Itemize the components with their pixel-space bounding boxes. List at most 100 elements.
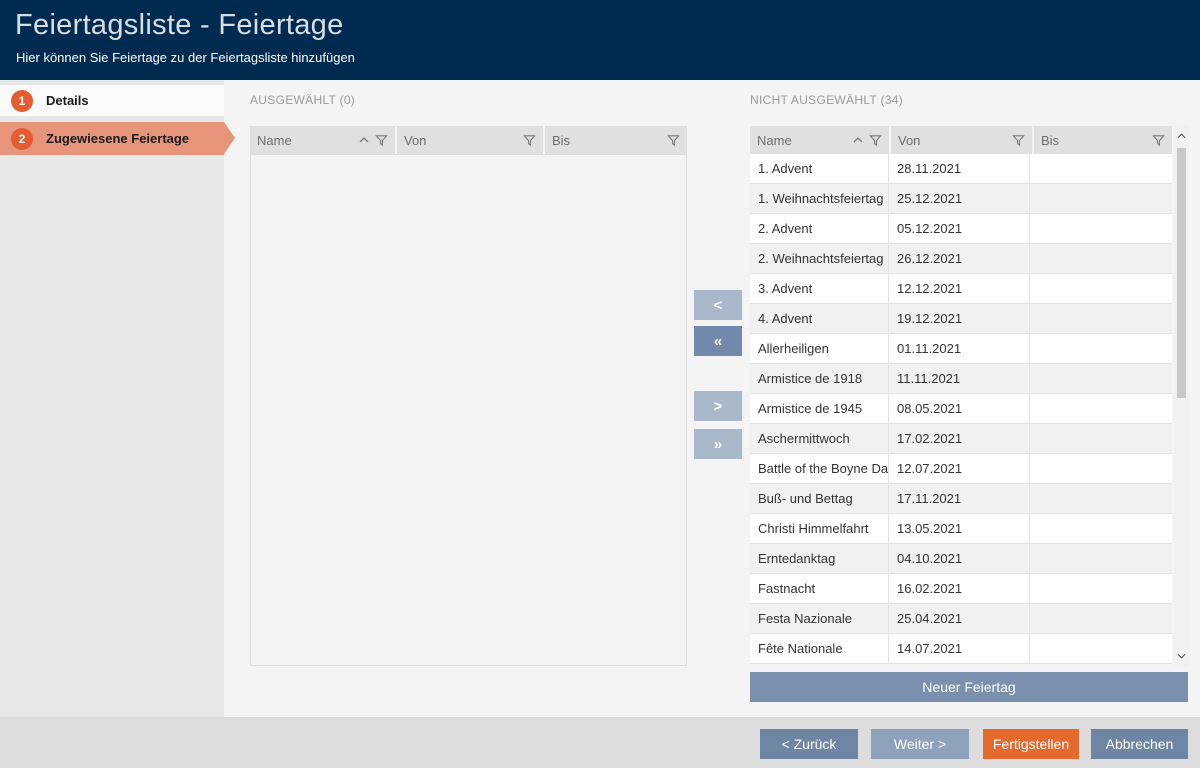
table-row[interactable]: 1. Weihnachtsfeiertag25.12.2021: [750, 184, 1172, 214]
table-row[interactable]: 3. Advent12.12.2021: [750, 274, 1172, 304]
selected-table-header: Name Von Bis: [250, 126, 687, 154]
cell-name: 2. Weihnachtsfeiertag: [750, 244, 889, 273]
active-step-arrow: [224, 122, 235, 154]
table-row[interactable]: 2. Advent05.12.2021: [750, 214, 1172, 244]
move-selected-left-button[interactable]: <: [694, 290, 742, 320]
table-row[interactable]: Festa Nazionale25.04.2021: [750, 604, 1172, 634]
column-header-label: Von: [898, 133, 920, 148]
cell-von: 16.02.2021: [889, 574, 1030, 603]
column-header-label: Name: [757, 133, 792, 148]
cell-von: 12.07.2021: [889, 454, 1030, 483]
move-all-right-button[interactable]: »: [694, 429, 742, 459]
cell-name: Fête Nationale: [750, 634, 889, 663]
column-header-name[interactable]: Name: [750, 126, 889, 154]
scroll-down-icon[interactable]: [1174, 648, 1189, 664]
cell-name: Fastnacht: [750, 574, 889, 603]
cell-name: Armistice de 1918: [750, 364, 889, 393]
cell-von: 13.05.2021: [889, 514, 1030, 543]
table-row[interactable]: 4. Advent19.12.2021: [750, 304, 1172, 334]
scroll-up-icon[interactable]: [1174, 128, 1189, 144]
column-header-label: Bis: [1041, 133, 1059, 148]
wizard-dialog: Feiertagsliste - Feiertage Hier können S…: [0, 0, 1200, 768]
cell-bis: [1030, 184, 1172, 213]
step-number-badge: 1: [11, 90, 33, 112]
selected-table-body[interactable]: [250, 154, 687, 666]
back-button[interactable]: < Zurück: [760, 729, 858, 759]
filter-icon[interactable]: [1012, 134, 1025, 147]
filter-icon[interactable]: [523, 134, 536, 147]
filter-icon[interactable]: [1152, 134, 1165, 147]
table-row[interactable]: Fastnacht16.02.2021: [750, 574, 1172, 604]
cell-bis: [1030, 484, 1172, 513]
cell-von: 25.12.2021: [889, 184, 1030, 213]
unselected-table-rows: 1. Advent28.11.20211. Weihnachtsfeiertag…: [750, 154, 1172, 664]
table-row[interactable]: Allerheiligen01.11.2021: [750, 334, 1172, 364]
table-row[interactable]: Erntedanktag04.10.2021: [750, 544, 1172, 574]
table-row[interactable]: Armistice de 191811.11.2021: [750, 364, 1172, 394]
table-row[interactable]: Battle of the Boyne Da12.07.2021: [750, 454, 1172, 484]
cell-name: Allerheiligen: [750, 334, 889, 363]
cell-bis: [1030, 154, 1172, 183]
move-all-left-button[interactable]: «: [694, 326, 742, 356]
cell-bis: [1030, 604, 1172, 633]
cell-name: Battle of the Boyne Da: [750, 454, 889, 483]
column-header-name[interactable]: Name: [250, 126, 395, 154]
filter-icon[interactable]: [667, 134, 680, 147]
unselected-panel-title: NICHT AUSGEWÄHLT (34): [750, 93, 903, 107]
sort-ascending-icon: [359, 137, 369, 143]
filter-icon[interactable]: [869, 134, 882, 147]
cell-von: 01.11.2021: [889, 334, 1030, 363]
wizard-step-zugewiesene-feiertage[interactable]: 2 Zugewiesene Feiertage: [0, 122, 224, 155]
cell-von: 04.10.2021: [889, 544, 1030, 573]
filter-icon[interactable]: [375, 134, 388, 147]
vertical-scrollbar[interactable]: [1174, 126, 1189, 666]
sort-ascending-icon: [853, 137, 863, 143]
cell-name: 4. Advent: [750, 304, 889, 333]
next-button[interactable]: Weiter >: [871, 729, 969, 759]
column-header-von[interactable]: Von: [397, 126, 543, 154]
finish-button[interactable]: Fertigstellen: [983, 729, 1079, 759]
table-row[interactable]: 2. Weihnachtsfeiertag26.12.2021: [750, 244, 1172, 274]
cell-name: 3. Advent: [750, 274, 889, 303]
table-row[interactable]: Armistice de 194508.05.2021: [750, 394, 1172, 424]
scrollbar-thumb[interactable]: [1177, 148, 1186, 398]
cell-bis: [1030, 214, 1172, 243]
table-row[interactable]: Buß- und Bettag17.11.2021: [750, 484, 1172, 514]
cell-name: Erntedanktag: [750, 544, 889, 573]
page-title: Feiertagsliste - Feiertage: [15, 9, 344, 42]
wizard-step-details[interactable]: 1 Details: [0, 85, 224, 116]
cell-von: 08.05.2021: [889, 394, 1030, 423]
cell-bis: [1030, 274, 1172, 303]
cell-name: Aschermittwoch: [750, 424, 889, 453]
page-subtitle: Hier können Sie Feiertage zu der Feierta…: [16, 50, 355, 65]
cell-bis: [1030, 394, 1172, 423]
cell-bis: [1030, 244, 1172, 273]
cell-name: Buß- und Bettag: [750, 484, 889, 513]
cell-bis: [1030, 634, 1172, 663]
cell-bis: [1030, 514, 1172, 543]
cell-von: 17.02.2021: [889, 424, 1030, 453]
table-row[interactable]: Aschermittwoch17.02.2021: [750, 424, 1172, 454]
cell-name: 2. Advent: [750, 214, 889, 243]
column-header-von[interactable]: Von: [891, 126, 1032, 154]
column-header-bis[interactable]: Bis: [545, 126, 687, 154]
move-selected-right-button[interactable]: >: [694, 391, 742, 421]
cell-name: Armistice de 1945: [750, 394, 889, 423]
step-label: Zugewiesene Feiertage: [46, 131, 189, 146]
selected-table: Name Von Bis: [250, 126, 687, 154]
table-row[interactable]: Christi Himmelfahrt13.05.2021: [750, 514, 1172, 544]
cancel-button[interactable]: Abbrechen: [1091, 729, 1188, 759]
table-row[interactable]: Fête Nationale14.07.2021: [750, 634, 1172, 664]
table-row[interactable]: 1. Advent28.11.2021: [750, 154, 1172, 184]
cell-von: 19.12.2021: [889, 304, 1030, 333]
unselected-table: Name Von Bis: [750, 126, 1172, 154]
cell-bis: [1030, 424, 1172, 453]
step-number-badge: 2: [11, 128, 33, 150]
cell-name: Festa Nazionale: [750, 604, 889, 633]
cell-bis: [1030, 334, 1172, 363]
step-label: Details: [46, 93, 89, 108]
column-header-bis[interactable]: Bis: [1034, 126, 1172, 154]
column-header-label: Bis: [552, 133, 570, 148]
dialog-header: Feiertagsliste - Feiertage Hier können S…: [0, 0, 1200, 80]
new-holiday-button[interactable]: Neuer Feiertag: [750, 672, 1188, 702]
